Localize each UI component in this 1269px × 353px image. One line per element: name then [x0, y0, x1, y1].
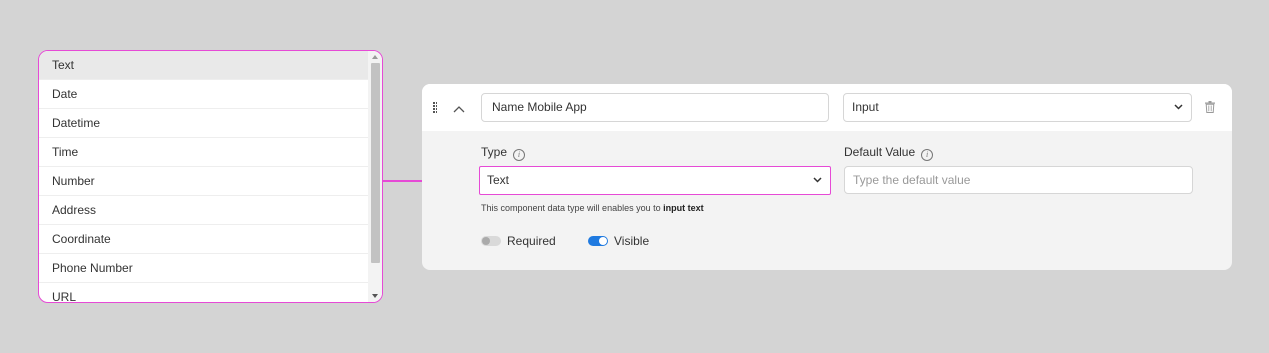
toggle-knob [599, 237, 607, 245]
default-value-label-text: Default Value [844, 145, 916, 159]
list-item-option[interactable]: URL [39, 283, 368, 302]
list-item-option[interactable]: Text [39, 51, 368, 80]
list-scrollbar[interactable] [368, 51, 382, 302]
data-type-value: Text [487, 173, 510, 187]
visible-toggle[interactable] [588, 236, 608, 246]
list-item-option[interactable]: Coordinate [39, 225, 368, 254]
required-toggle[interactable] [481, 236, 501, 246]
type-field-label: Type i [481, 145, 526, 161]
default-value-input[interactable]: Type the default value [844, 166, 1193, 194]
type-options-list: Text Date Datetime Time Number Address Coordin… [39, 51, 368, 302]
component-type-select[interactable]: Input [843, 93, 1192, 122]
component-type-value: Input [852, 100, 879, 114]
component-card-header: Name Mobile App Input [422, 84, 1232, 131]
list-item-option[interactable]: Time [39, 138, 368, 167]
type-options-dropdown: Text Date Datetime Time Number Address Coordin… [38, 50, 383, 303]
type-helper-text: This component data type will enables yo… [481, 203, 704, 213]
drag-handle-icon[interactable] [433, 102, 437, 113]
scroll-down-arrow-icon[interactable] [372, 294, 378, 298]
list-item-option[interactable]: Phone Number [39, 254, 368, 283]
type-label-text: Type [481, 145, 508, 159]
toggle-knob [482, 237, 490, 245]
component-name-input[interactable]: Name Mobile App [481, 93, 829, 122]
info-icon[interactable]: i [921, 149, 934, 161]
trash-icon[interactable] [1205, 100, 1215, 118]
list-item-option[interactable]: Number [39, 167, 368, 196]
list-item-option[interactable]: Date [39, 80, 368, 109]
list-item-option[interactable]: Datetime [39, 109, 368, 138]
data-type-select[interactable]: Text [479, 166, 831, 195]
chevron-down-icon [1174, 94, 1183, 121]
chevron-up-icon[interactable] [453, 102, 465, 116]
required-label: Required [507, 234, 556, 248]
list-item-option[interactable]: Address [39, 196, 368, 225]
component-card: Name Mobile App Input Type i Default Valu… [422, 84, 1232, 270]
scroll-up-arrow-icon[interactable] [372, 55, 378, 59]
helper-bold: input text [663, 203, 704, 213]
chevron-down-icon [813, 168, 822, 194]
info-icon[interactable]: i [513, 149, 526, 161]
visible-label: Visible [614, 234, 650, 248]
default-value-field-label: Default Value i [844, 145, 934, 161]
scroll-thumb[interactable] [371, 63, 380, 263]
helper-prefix: This component data type will enables yo… [481, 203, 661, 213]
